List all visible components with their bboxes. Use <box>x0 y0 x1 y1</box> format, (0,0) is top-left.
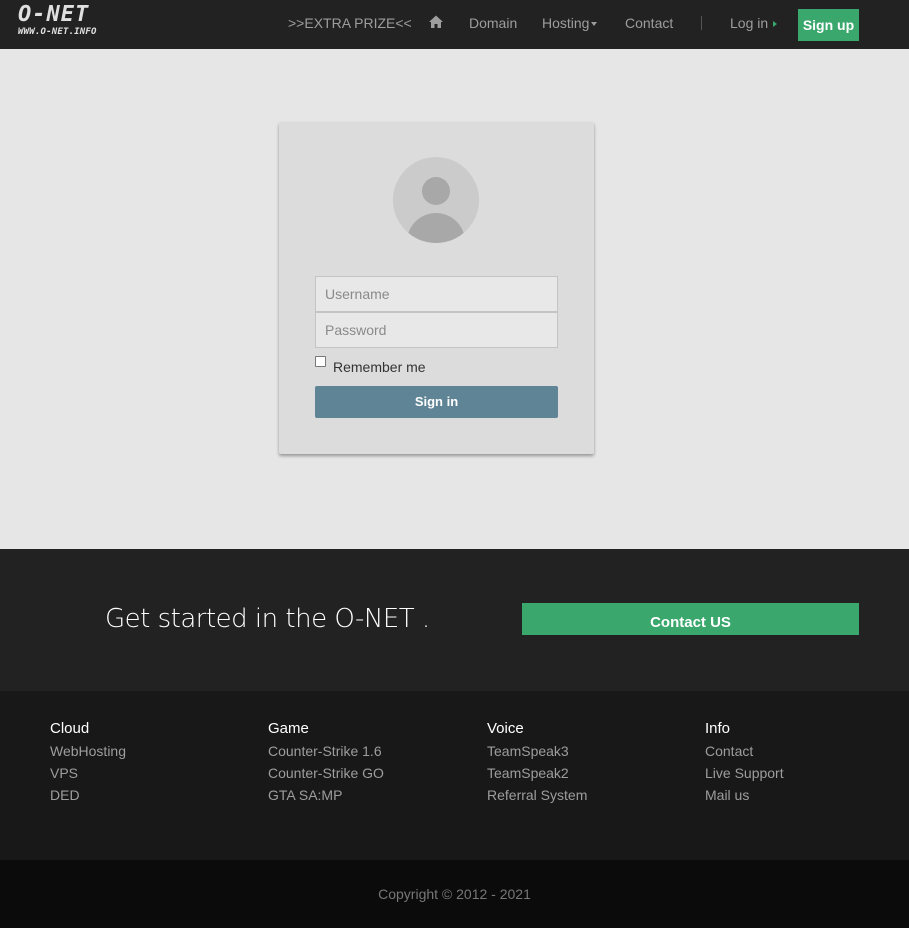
chevron-down-icon <box>591 22 598 27</box>
cta-headline: Get started in the O-NET . <box>105 604 430 634</box>
caret-right-icon <box>773 21 778 28</box>
footer-link[interactable]: VPS <box>50 765 126 781</box>
user-avatar-icon <box>393 157 479 243</box>
footer-column-info: Info Contact Live Support Mail us <box>705 721 784 809</box>
nav-divider <box>701 16 702 30</box>
copyright-bar: Copyright © 2012 - 2021 <box>0 860 909 928</box>
footer-link[interactable]: Referral System <box>487 787 587 803</box>
site-logo[interactable]: O-NET WWW.O-NET.INFO <box>18 4 136 40</box>
footer-link[interactable]: TeamSpeak3 <box>487 743 587 759</box>
footer-link[interactable]: WebHosting <box>50 743 126 759</box>
footer-column-title: Voice <box>487 720 524 737</box>
logo-sub-text: WWW.O-NET.INFO <box>18 27 97 37</box>
nav-login-label: Log in <box>730 15 769 31</box>
contact-us-button[interactable]: Contact US <box>522 603 859 635</box>
home-icon[interactable] <box>428 14 444 30</box>
nav-hosting-label: Hosting <box>542 15 590 31</box>
footer-link[interactable]: DED <box>50 787 126 803</box>
signin-button[interactable]: Sign in <box>315 386 558 418</box>
cta-band: Get started in the O-NET . Contact US <box>0 549 909 691</box>
footer-column-game: Game Counter-Strike 1.6 Counter-Strike G… <box>268 721 384 809</box>
footer-column-title: Cloud <box>50 720 90 737</box>
remember-me-label[interactable]: Remember me <box>333 359 426 375</box>
footer: Cloud WebHosting VPS DED Game Counter-St… <box>0 691 909 860</box>
signup-button[interactable]: Sign up <box>798 9 859 41</box>
footer-column-title: Info <box>705 720 731 737</box>
navbar: O-NET WWW.O-NET.INFO >>EXTRA PRIZE<< Dom… <box>0 0 909 49</box>
footer-link[interactable]: Live Support <box>705 765 784 781</box>
copyright-text: Copyright © 2012 - 2021 <box>378 886 531 902</box>
footer-link[interactable]: GTA SA:MP <box>268 787 384 803</box>
nav-hosting-dropdown[interactable]: Hosting <box>542 15 598 31</box>
nav-contact[interactable]: Contact <box>625 15 673 31</box>
footer-column-cloud: Cloud WebHosting VPS DED <box>50 721 126 809</box>
footer-column-title: Game <box>268 720 309 737</box>
remember-me-checkbox[interactable] <box>315 356 326 367</box>
username-input[interactable]: Username <box>315 276 558 312</box>
footer-link[interactable]: Contact <box>705 743 784 759</box>
footer-link[interactable]: Counter-Strike 1.6 <box>268 743 384 759</box>
footer-link[interactable]: TeamSpeak2 <box>487 765 587 781</box>
avatar-head <box>422 177 450 205</box>
logo-main-text: O-NET <box>18 2 90 27</box>
login-card: Username Password Remember me Sign in <box>279 122 594 454</box>
footer-link[interactable]: Mail us <box>705 787 784 803</box>
nav-domain[interactable]: Domain <box>469 15 517 31</box>
footer-link[interactable]: Counter-Strike GO <box>268 765 384 781</box>
password-input[interactable]: Password <box>315 312 558 348</box>
nav-login[interactable]: Log in <box>730 15 778 31</box>
footer-column-voice: Voice TeamSpeak3 TeamSpeak2 Referral Sys… <box>487 721 587 809</box>
avatar-body <box>407 213 465 243</box>
nav-extra-prize[interactable]: >>EXTRA PRIZE<< <box>288 15 412 31</box>
